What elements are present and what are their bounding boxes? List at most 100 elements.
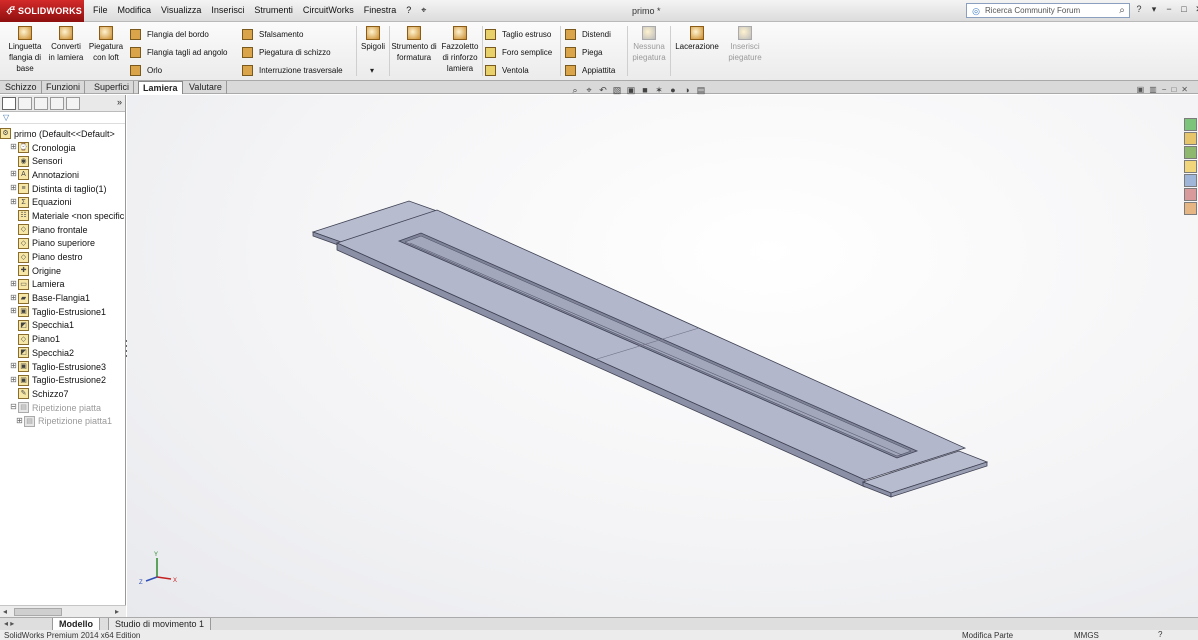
scene-icon[interactable]: ◑	[682, 85, 692, 96]
tree-filter[interactable]: ▽	[0, 112, 125, 124]
ribbon-small-button[interactable]: Flangia del bordo	[130, 25, 228, 43]
tree-node[interactable]: ✚ Origine	[0, 264, 125, 278]
tree-node[interactable]: ⊞ ▣ Taglio-Estrusione1	[0, 305, 125, 319]
restore-icon[interactable]: □	[1179, 4, 1189, 15]
close-icon[interactable]: ✕	[1194, 4, 1198, 15]
menu-modifica[interactable]: Modifica	[113, 4, 157, 17]
appearance-icon[interactable]: ●	[668, 85, 678, 96]
magnifier-icon[interactable]: ⌕	[1115, 5, 1129, 16]
menu-help[interactable]: ?	[401, 4, 416, 17]
tree-expander-icon[interactable]: ⊟	[9, 403, 18, 412]
tree-node[interactable]: ⊞ ▣ Taglio-Estrusione3	[0, 360, 125, 374]
tree-node[interactable]: ◇ Piano frontale	[0, 223, 125, 237]
ribbon-lofted-bend-button[interactable]: Piegatura con loft	[86, 26, 126, 63]
tab-funzioni[interactable]: Funzioni	[42, 81, 86, 94]
tree-expander-icon[interactable]: ⊞	[9, 279, 18, 289]
tab-valutare[interactable]: Valutare	[185, 81, 227, 94]
tab-scroll-arrows[interactable]: ◂ ▸	[4, 619, 14, 628]
menu-finestra[interactable]: Finestra	[359, 4, 402, 17]
tree-expander-icon[interactable]: ⊞	[15, 416, 24, 426]
appearances-icon[interactable]	[1184, 188, 1197, 201]
tab-schizzo[interactable]: Schizzo	[1, 81, 42, 94]
hide-show-icon[interactable]: ✶	[654, 85, 664, 96]
section-view-icon[interactable]: ▧	[612, 85, 622, 96]
featuremanager-tab-icon[interactable]	[2, 96, 16, 110]
tree-node[interactable]: ⊞ ≡ Distinta di taglio(1)	[0, 182, 125, 196]
menu-inserisci[interactable]: Inserisci	[206, 4, 249, 17]
design-library-icon[interactable]	[1184, 132, 1197, 145]
scroll-right-icon[interactable]: ▸	[115, 607, 119, 616]
tree-expander-icon[interactable]: ⊞	[9, 197, 18, 207]
horizontal-scrollbar[interactable]: ◂ ▸	[0, 605, 126, 617]
ribbon-small-button[interactable]: Orlo	[130, 61, 228, 79]
ribbon-corners-button[interactable]: Spigoli	[359, 26, 387, 52]
view-orientation-icon[interactable]: ▣	[626, 85, 636, 96]
menu-visualizza[interactable]: Visualizza	[156, 4, 206, 17]
tree-expander-icon[interactable]: ⊞	[9, 307, 18, 316]
custom-properties-icon[interactable]	[1184, 202, 1197, 215]
view-palette-icon[interactable]	[1184, 174, 1197, 187]
ribbon-small-button[interactable]: Interruzione trasversale	[242, 61, 343, 79]
ribbon-small-button[interactable]: Appiattita	[565, 61, 615, 79]
tree-node[interactable]: ⊞ ▭ Lamiera	[0, 278, 125, 292]
file-explorer-icon[interactable]	[1184, 146, 1197, 159]
scroll-thumb[interactable]	[14, 608, 62, 616]
graphics-area[interactable]: ⌕ ⌖ ↶ ▧ ▣ ■ ✶ ● ◑ ▤ ▣ ▥ − □ ✕ Y X Z	[127, 85, 1198, 617]
quick-tips-icon[interactable]: ?	[1158, 630, 1162, 640]
tree-node[interactable]: ◩ Specchia2	[0, 346, 125, 360]
configurationmanager-tab-icon[interactable]	[34, 96, 48, 110]
ribbon-small-button[interactable]: Distendi	[565, 25, 615, 43]
tree-node[interactable]: ⊞ Σ Equazioni	[0, 195, 125, 209]
chevron-right-icon[interactable]: »	[117, 97, 122, 107]
ribbon-small-button[interactable]: Flangia tagli ad angolo	[130, 43, 228, 61]
ribbon-convert-sheetmetal-button[interactable]: Converti in lamiera	[47, 26, 85, 63]
tree-node[interactable]: ◇ Piano1	[0, 332, 125, 346]
chevron-down-icon[interactable]: ▾	[1149, 4, 1159, 15]
ribbon-small-button[interactable]: Ventola	[485, 61, 552, 79]
tree-expander-icon[interactable]: ⊞	[9, 184, 18, 193]
search-box[interactable]: ◎ Ricerca Community Forum ⌕	[966, 3, 1130, 18]
propertymanager-tab-icon[interactable]	[18, 96, 32, 110]
tree-node[interactable]: ◩ Specchia1	[0, 319, 125, 333]
tree-node[interactable]: ⊞ ▣ Taglio-Estrusione2	[0, 373, 125, 387]
tile-icon[interactable]: ▣	[1137, 85, 1145, 94]
ribbon-small-button[interactable]: Taglio estruso	[485, 25, 552, 43]
tree-node[interactable]: ☷ Materiale <non specific	[0, 209, 125, 223]
display-style-icon[interactable]: ■	[640, 85, 650, 96]
ribbon-insert-bends-button[interactable]: Inserisci piegature	[724, 26, 766, 63]
help-icon[interactable]: ?	[1134, 4, 1144, 15]
tree-expander-icon[interactable]: ⊞	[9, 293, 18, 303]
solidworks-logo[interactable]: ⮶ SOLIDWORKS	[0, 0, 84, 22]
doc-minimize-icon[interactable]: −	[1162, 85, 1167, 94]
ribbon-gusset-button[interactable]: Fazzoletto di rinforzo lamiera	[438, 26, 482, 74]
previous-view-icon[interactable]: ↶	[598, 85, 608, 96]
corners-dropdown-icon[interactable]: ▾	[370, 66, 374, 75]
tree-node[interactable]: ⊞ ▰ Base-Flangia1	[0, 291, 125, 305]
tree-node[interactable]: ✎ Schizzo7	[0, 387, 125, 401]
ribbon-small-button[interactable]: Piegatura di schizzo	[242, 43, 343, 61]
ribbon-rip-button[interactable]: Lacerazione	[673, 26, 721, 52]
tab-superfici[interactable]: Superfici	[90, 81, 135, 94]
scroll-left-icon[interactable]: ◂	[3, 607, 7, 616]
folder-icon[interactable]	[1184, 160, 1197, 173]
menu-file[interactable]: File	[88, 4, 113, 17]
ribbon-forming-tool-button[interactable]: Strumento di formatura	[391, 26, 437, 63]
ribbon-small-button[interactable]: Piega	[565, 43, 615, 61]
dimxpert-tab-icon[interactable]	[50, 96, 64, 110]
tree-node[interactable]: ◉ Sensori	[0, 154, 125, 168]
tree-expander-icon[interactable]: ⊞	[9, 362, 18, 371]
tree-node[interactable]: ⊞ A Annotazioni	[0, 168, 125, 182]
tree-expander-icon[interactable]: ⊞	[9, 170, 18, 179]
zoom-to-area-icon[interactable]: ⌖	[584, 85, 594, 96]
tree-node[interactable]: ⊞ ⌚ Cronologia	[0, 141, 125, 155]
tree-node[interactable]: ⚙ primo (Default<<Default>	[0, 127, 125, 141]
zoom-to-fit-icon[interactable]: ⌕	[570, 85, 580, 96]
search-input[interactable]: Ricerca Community Forum	[985, 6, 1115, 15]
tree-expander-icon[interactable]: ⊞	[9, 375, 18, 385]
doc-restore-icon[interactable]: □	[1171, 85, 1176, 94]
ribbon-small-button[interactable]: Foro semplice	[485, 43, 552, 61]
menu-strumenti[interactable]: Strumenti	[249, 4, 298, 17]
resources-icon[interactable]	[1184, 118, 1197, 131]
tree-node[interactable]: ⊟ ▤ Ripetizione piatta	[0, 401, 125, 415]
display-manager-tab-icon[interactable]	[66, 96, 80, 110]
